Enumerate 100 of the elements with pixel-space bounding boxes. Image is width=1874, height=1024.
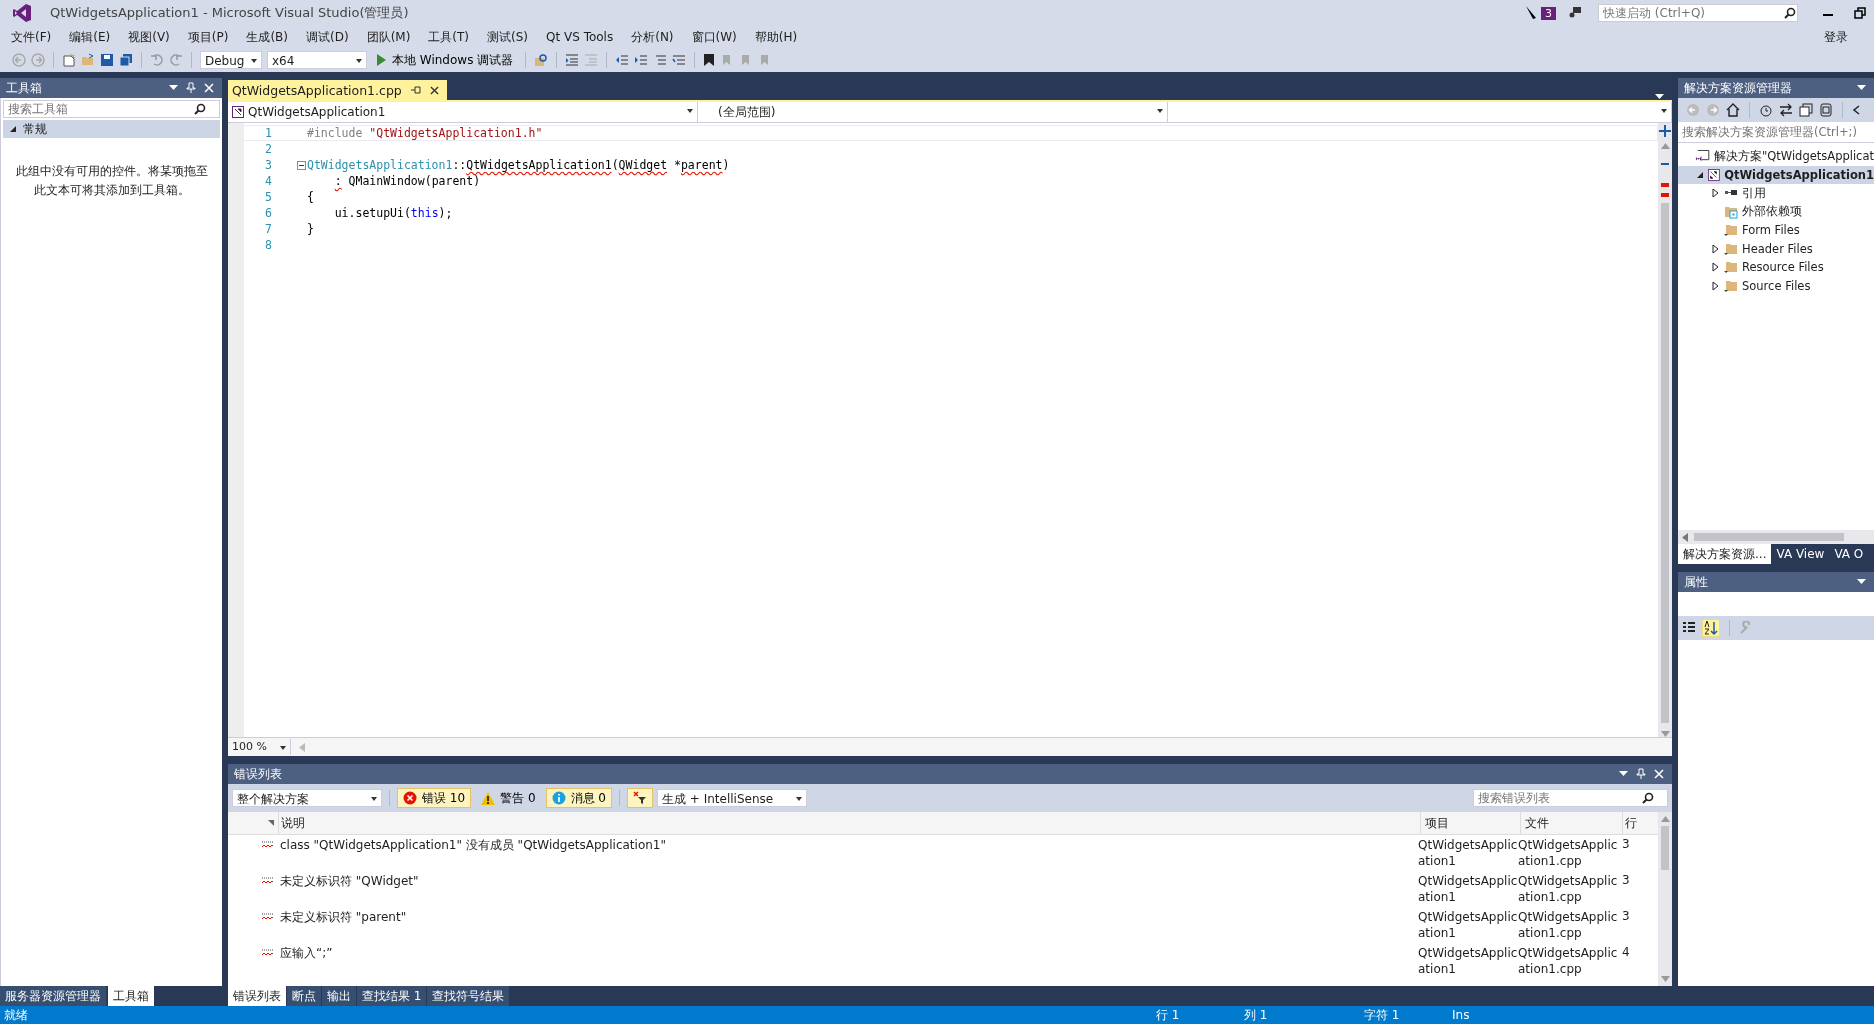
- tree-item[interactable]: 解决方案"QtWidgetsApplicat: [1678, 147, 1874, 166]
- increase-indent-icon[interactable]: [634, 53, 649, 67]
- open-folder-icon[interactable]: [81, 53, 95, 67]
- configuration-dropdown[interactable]: Debug: [200, 51, 262, 69]
- panel-tab[interactable]: 错误列表: [228, 986, 286, 1006]
- save-all-icon[interactable]: [119, 53, 133, 67]
- scrollbar-thumb[interactable]: [1694, 533, 1844, 541]
- tree-item[interactable]: Header Files: [1678, 239, 1874, 258]
- run-debugger-button[interactable]: 本地 Windows 调试器: [372, 51, 518, 69]
- tree-label: Source Files: [1742, 278, 1811, 293]
- pin-icon[interactable]: [409, 85, 422, 95]
- menu-item[interactable]: 文件(F): [2, 28, 61, 46]
- dropdown-icon[interactable]: [1857, 579, 1866, 585]
- feedback-icon[interactable]: [1568, 6, 1582, 20]
- uncomment-icon[interactable]: [672, 53, 687, 67]
- menu-item[interactable]: 项目(P): [178, 28, 238, 46]
- notification-badge[interactable]: 3: [1541, 6, 1556, 20]
- code-line: : QMainWindow(parent): [334, 174, 481, 188]
- error-search-field[interactable]: 搜索错误列表: [1473, 789, 1668, 807]
- scroll-left-icon[interactable]: [1682, 532, 1688, 542]
- project-icon: [232, 106, 244, 118]
- toolbox-search-field[interactable]: 搜索工具箱: [3, 100, 220, 118]
- collapse-all-icon[interactable]: [1799, 103, 1813, 117]
- tree-item[interactable]: QtWidgetsApplication1: [1678, 165, 1874, 184]
- menu-item[interactable]: Qt VS Tools: [537, 30, 623, 44]
- panel-tab[interactable]: 查找符号结果: [427, 986, 510, 1006]
- indent-icon[interactable]: [565, 53, 580, 67]
- menu-item[interactable]: 调试(D): [297, 28, 358, 46]
- scope-dropdown[interactable]: (全局范围): [698, 102, 1168, 122]
- alphabetical-icon[interactable]: [1702, 619, 1720, 637]
- filter-toggle[interactable]: 错误 10: [397, 788, 472, 808]
- tree-label: QtWidgetsApplication1: [1724, 167, 1874, 182]
- filter-toggle[interactable]: 警告 0: [475, 788, 542, 808]
- collapse-icon[interactable]: [297, 160, 306, 170]
- table-cell-text: 3: [1621, 873, 1631, 887]
- history-icon[interactable]: [1759, 103, 1773, 117]
- column-header[interactable]: 说明: [278, 812, 1420, 834]
- menu-item[interactable]: 窗口(W): [682, 28, 746, 46]
- scope-dropdown[interactable]: 整个解决方案: [232, 789, 382, 807]
- restore-icon[interactable]: [1854, 7, 1866, 19]
- toolbox-empty-text: 此组中没有可用的控件。将某项拖至此文本可将其添加到工具箱。: [14, 163, 209, 199]
- save-icon[interactable]: [100, 53, 114, 67]
- menu-item[interactable]: 视图(V): [119, 28, 179, 46]
- decrease-indent-icon[interactable]: [615, 53, 630, 67]
- menu-item[interactable]: 分析(N): [622, 28, 683, 46]
- document-tab[interactable]: QtWidgetsApplication1.cpp: [228, 80, 447, 100]
- filter-button[interactable]: [627, 788, 653, 808]
- tree-item[interactable]: Form Files: [1678, 221, 1874, 240]
- code-line: ui.setupUi(this);: [334, 206, 453, 220]
- zoom-dropdown[interactable]: 100 %: [228, 739, 291, 755]
- toolbox-group[interactable]: 常规: [3, 120, 220, 138]
- comment-icon[interactable]: [653, 53, 668, 67]
- categorized-icon[interactable]: [1682, 621, 1696, 635]
- panel-tab[interactable]: 工具箱: [108, 986, 154, 1006]
- filter-toggle[interactable]: 消息 0: [545, 788, 612, 808]
- search-icon: [194, 103, 206, 115]
- menu-item[interactable]: 测试(S): [478, 28, 538, 46]
- show-files-icon[interactable]: [1819, 103, 1833, 117]
- tree-item[interactable]: Resource Files: [1678, 258, 1874, 277]
- table-cell-text: 应输入“;”: [279, 945, 334, 962]
- table-cell-text: QtWidgetsApplication1.cpp: [1518, 873, 1619, 905]
- panel-title: 解决方案资源管理器: [1684, 79, 1792, 97]
- platform-dropdown[interactable]: x64: [267, 51, 367, 69]
- tree-label: Resource Files: [1742, 260, 1824, 275]
- split-icon[interactable]: [1659, 125, 1671, 137]
- column-header[interactable]: 项目: [1420, 812, 1520, 834]
- tree-item[interactable]: 外部依赖项: [1678, 202, 1874, 221]
- menu-item[interactable]: 编辑(E): [60, 28, 120, 46]
- source-dropdown[interactable]: 生成 + IntelliSense: [657, 789, 807, 807]
- column-header[interactable]: 文件: [1520, 812, 1622, 834]
- code-view-icon[interactable]: [1852, 103, 1862, 117]
- dropdown-icon[interactable]: [1619, 771, 1628, 777]
- menu-item[interactable]: 生成(B): [237, 28, 297, 46]
- panel-tab[interactable]: 查找结果 1: [357, 986, 427, 1006]
- project-dropdown[interactable]: QtWidgetsApplication1: [228, 102, 698, 122]
- panel-tab[interactable]: 输出: [322, 986, 356, 1006]
- solution-search-field[interactable]: 搜索解决方案资源管理器(Ctrl+;): [1678, 125, 1874, 139]
- sort-icon[interactable]: [268, 820, 274, 826]
- sync-icon[interactable]: [1779, 103, 1793, 117]
- home-icon[interactable]: [1726, 103, 1740, 117]
- tree-item[interactable]: 引用: [1678, 184, 1874, 203]
- scrollbar-thumb[interactable]: [1661, 826, 1669, 870]
- panel-tab[interactable]: 解决方案资源...: [1678, 544, 1772, 564]
- panel-tab[interactable]: 服务器资源管理器: [0, 986, 106, 1006]
- find-icon[interactable]: [534, 53, 549, 67]
- dropdown-icon[interactable]: [169, 85, 178, 91]
- menu-item[interactable]: 团队(M): [357, 28, 420, 46]
- panel-tab[interactable]: 断点: [287, 986, 321, 1006]
- close-icon[interactable]: [429, 85, 439, 95]
- tree-item[interactable]: Source Files: [1678, 276, 1874, 295]
- sign-in-link[interactable]: 登录: [1824, 28, 1848, 46]
- dropdown-icon[interactable]: [1857, 85, 1866, 91]
- menu-item[interactable]: 帮助(H): [745, 28, 807, 46]
- menu-item[interactable]: 工具(T): [419, 28, 479, 46]
- new-item-icon[interactable]: [62, 53, 76, 67]
- bookmark-icon[interactable]: [703, 53, 716, 67]
- table-cell-text: 3: [1621, 909, 1631, 923]
- scrollbar-thumb[interactable]: [1661, 203, 1669, 723]
- tree-label: 引用: [1742, 185, 1766, 201]
- quick-launch-field[interactable]: 快速启动 (Ctrl+Q): [1598, 4, 1798, 22]
